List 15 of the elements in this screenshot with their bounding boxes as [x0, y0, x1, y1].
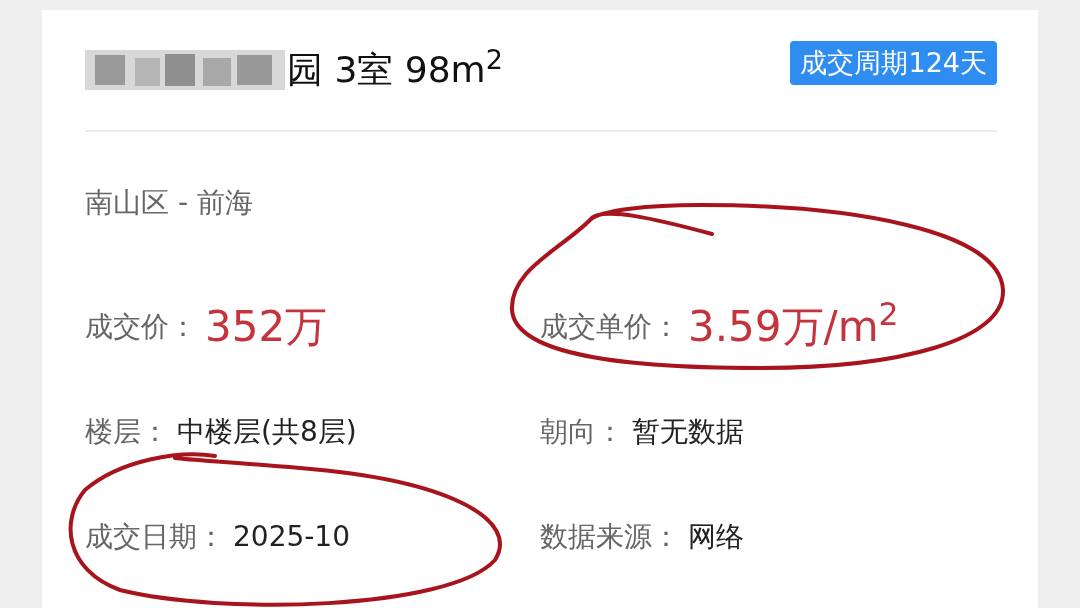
field-value: 3.59万/m$^{2}$ [688, 295, 899, 353]
field-label: 成交单价： [540, 308, 680, 345]
field-label: 成交价： [85, 308, 197, 345]
field-value: 中楼层(共8层) [177, 413, 357, 450]
field-value: 352万 [205, 301, 328, 353]
field-label: 数据来源： [540, 518, 680, 555]
cycle-badge: 成交周期124天 [790, 40, 997, 86]
field-value: 2025-10 [233, 518, 350, 555]
field-value: 网络 [688, 518, 744, 555]
listing-title: 园 3室 98m$^{2}$ [287, 43, 503, 92]
district-text: 南山区 - 前海 [85, 185, 253, 221]
field-label: 朝向： [540, 413, 624, 450]
field-label: 楼层： [85, 413, 169, 450]
field-value: 暂无数据 [632, 413, 744, 450]
field-label: 成交日期： [85, 518, 225, 555]
